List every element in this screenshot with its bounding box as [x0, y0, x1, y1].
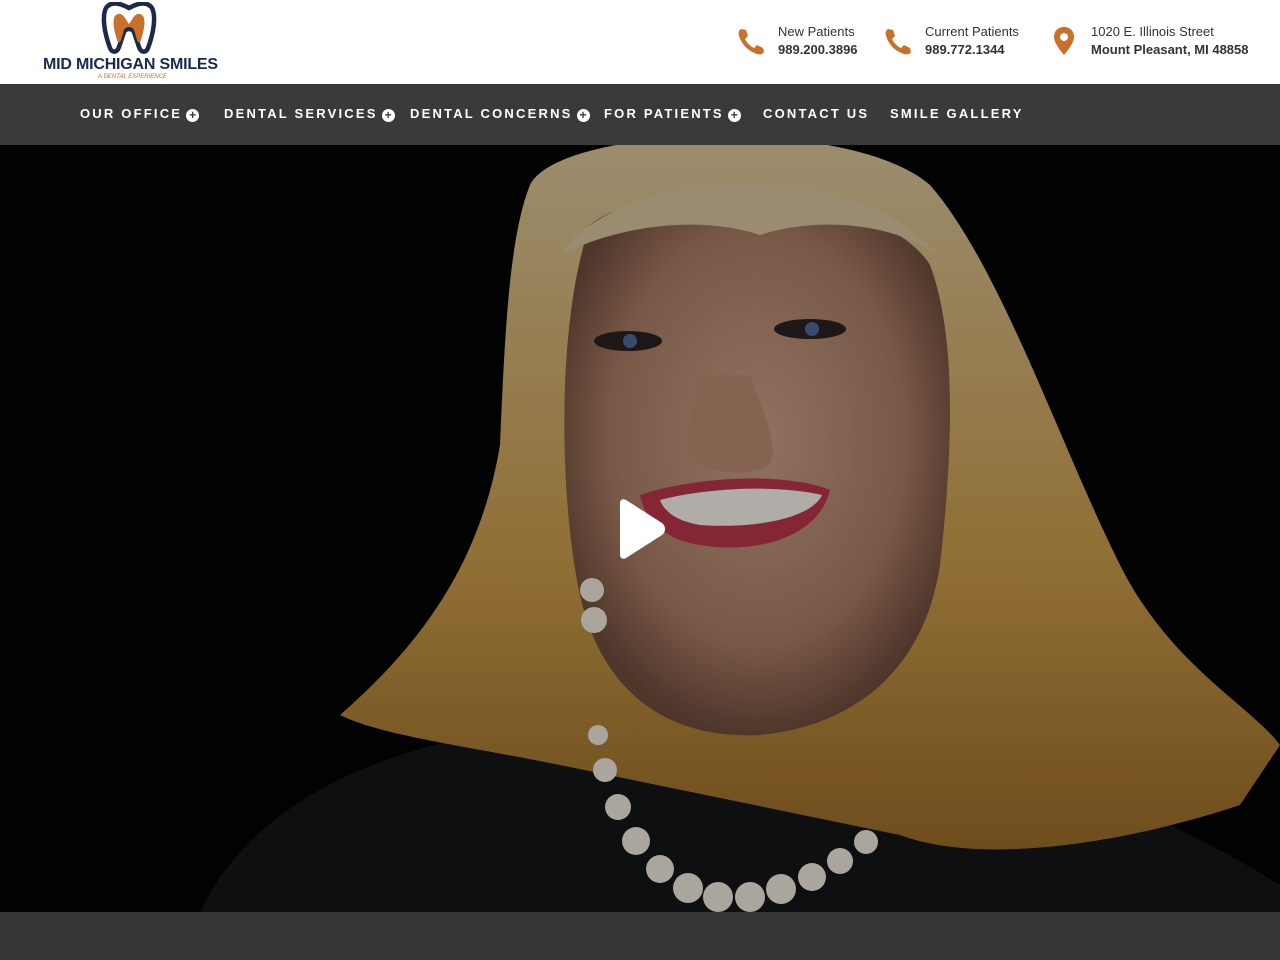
logo-tagline: A DENTAL EXPERIENCE — [98, 74, 167, 80]
nav-label: FOR PATIENTS — [604, 106, 724, 121]
phone-number[interactable]: 989.772.1344 — [925, 42, 1005, 57]
section-divider-band — [0, 912, 1280, 960]
nav-label: CONTACT US — [763, 106, 870, 121]
phone-icon — [738, 29, 764, 55]
contact-current-patients[interactable]: Current Patients 989.772.1344 — [884, 24, 1029, 64]
plus-circle-icon: + — [727, 109, 741, 122]
nav-our-office[interactable]: OUR OFFICE + — [80, 106, 200, 124]
plus-circle-icon: + — [186, 109, 200, 122]
nav-label: OUR OFFICE — [80, 106, 183, 121]
play-icon[interactable] — [612, 499, 668, 559]
contact-address[interactable]: 1020 E. Illinois Street Mount Pleasant, … — [1053, 24, 1253, 64]
address-city: Mount Pleasant, MI 48858 — [1091, 42, 1249, 57]
nav-label: SMILE GALLERY — [890, 106, 1024, 121]
contact-label: Current Patients — [925, 24, 1019, 39]
address-street: 1020 E. Illinois Street — [1091, 24, 1214, 39]
phone-number[interactable]: 989.200.3896 — [778, 42, 858, 57]
map-pin-icon — [1054, 27, 1074, 55]
nav-label: DENTAL SERVICES — [224, 106, 378, 121]
logo-wordmark: MID MICHIGAN SMILES — [43, 56, 218, 73]
nav-for-patients[interactable]: FOR PATIENTS + — [604, 106, 741, 124]
nav-smile-gallery[interactable]: SMILE GALLERY — [890, 106, 1024, 124]
site-logo[interactable]: MID MICHIGAN SMILES A DENTAL EXPERIENCE — [40, 0, 222, 84]
nav-contact-us[interactable]: CONTACT US — [763, 106, 869, 124]
hero-video[interactable] — [0, 145, 1280, 912]
plus-circle-icon: + — [576, 109, 590, 122]
site-header: MID MICHIGAN SMILES A DENTAL EXPERIENCE … — [0, 0, 1280, 84]
phone-icon — [885, 29, 911, 55]
nav-dental-services[interactable]: DENTAL SERVICES + — [224, 106, 395, 124]
tooth-logo-icon — [101, 2, 157, 54]
nav-label: DENTAL CONCERNS — [410, 106, 573, 121]
main-nav: OUR OFFICE + DENTAL SERVICES + DENTAL CONC… — [0, 84, 1280, 145]
nav-dental-concerns[interactable]: DENTAL CONCERNS + — [410, 106, 590, 124]
contact-label: New Patients — [778, 24, 855, 39]
contact-new-patients[interactable]: New Patients 989.200.3896 — [737, 24, 862, 64]
plus-circle-icon: + — [381, 109, 395, 122]
